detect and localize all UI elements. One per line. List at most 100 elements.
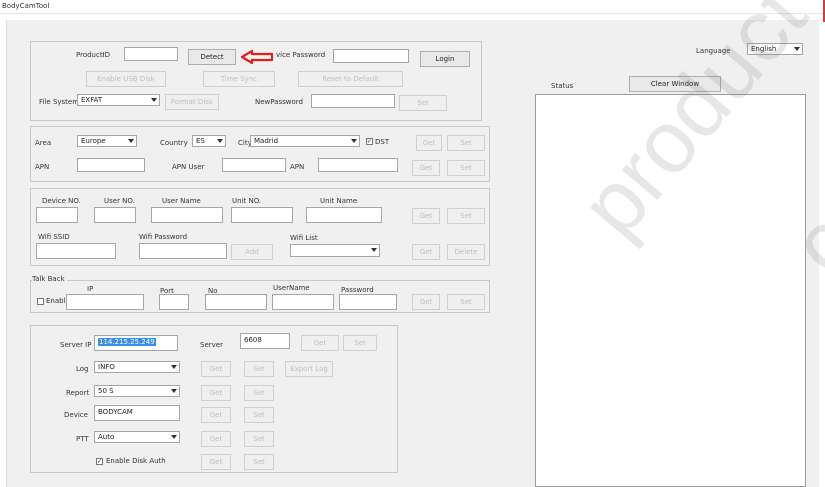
detect-button[interactable]: Detect: [188, 49, 236, 65]
country-value: ES: [196, 137, 205, 145]
server-set-button[interactable]: Set: [343, 335, 377, 351]
country-select[interactable]: ES: [192, 135, 226, 147]
talkback-username-input[interactable]: [272, 294, 334, 310]
ptt-select[interactable]: Auto: [94, 431, 180, 443]
user-name-input[interactable]: [151, 207, 223, 223]
ptt-set-button[interactable]: Set: [244, 431, 274, 447]
report-select[interactable]: 50 S: [94, 385, 180, 397]
set-password-button[interactable]: Set: [399, 95, 447, 111]
talkback-no-input[interactable]: [205, 294, 267, 310]
talkback-password-input[interactable]: [339, 294, 397, 310]
wifi-list-select[interactable]: [290, 244, 380, 257]
server-port-input[interactable]: 6608: [240, 333, 290, 349]
log-value: INFO: [98, 363, 115, 371]
device-no-input[interactable]: [36, 207, 78, 223]
login-button[interactable]: Login: [420, 51, 470, 67]
wifi-add-button[interactable]: Add: [231, 244, 273, 260]
device-get-button[interactable]: Get: [412, 208, 440, 224]
time-sync-button[interactable]: Time Sync: [203, 71, 275, 87]
report-value: 50 S: [98, 387, 114, 395]
file-system-label: File System: [39, 98, 80, 106]
file-system-value: EXFAT: [81, 96, 103, 104]
log-label: Log: [76, 365, 89, 373]
device-password-label: vice Password: [276, 51, 326, 59]
reset-default-button[interactable]: Reset to Default: [298, 71, 403, 87]
export-log-button[interactable]: Export Log: [285, 361, 333, 377]
apn-get-button[interactable]: Get: [412, 160, 440, 176]
apn-password-input[interactable]: [318, 158, 398, 172]
ptt-value: Auto: [98, 433, 115, 441]
window-title: BodyCamTool: [2, 2, 50, 10]
talkback-enable-checkbox[interactable]: [37, 298, 44, 305]
city-value: Madrid: [254, 137, 279, 145]
new-password-input[interactable]: [311, 94, 395, 108]
report-set-button[interactable]: Set: [244, 385, 274, 401]
area-label: Area: [35, 139, 52, 147]
apn-label: APN: [35, 163, 50, 171]
talkback-set-button[interactable]: Set: [447, 294, 485, 310]
unit-no-input[interactable]: [231, 207, 293, 223]
dst-label: DST: [375, 138, 390, 146]
apn-set-button[interactable]: Set: [447, 160, 485, 176]
unit-name-label: Unit Name: [320, 197, 358, 205]
title-bar: [0, 0, 825, 14]
server-ip-value: 114.215.25.249: [98, 338, 156, 346]
product-id-input[interactable]: [124, 47, 178, 61]
format-disk-button[interactable]: Format Disk: [165, 94, 219, 110]
region-get-button[interactable]: Get: [416, 135, 442, 151]
apn-user-input[interactable]: [222, 158, 286, 172]
device-type-set-button[interactable]: Set: [244, 407, 274, 423]
disk-auth-get-button[interactable]: Get: [201, 454, 231, 470]
user-no-input[interactable]: [94, 207, 136, 223]
wifi-ssid-input[interactable]: [36, 243, 116, 259]
log-select[interactable]: INFO: [94, 361, 180, 373]
wifi-password-label: Wifi Password: [139, 233, 188, 241]
area-select[interactable]: Europe: [77, 135, 137, 147]
product-id-label: ProductID: [76, 51, 111, 59]
server-ip-input[interactable]: 114.215.25.249: [94, 335, 178, 351]
country-label: Country: [160, 139, 188, 147]
server-port-label: Server: [200, 341, 223, 349]
server-get-button[interactable]: Get: [301, 335, 339, 351]
wifi-password-input[interactable]: [139, 243, 227, 259]
enable-usb-disk-button[interactable]: Enable USB Disk: [86, 71, 166, 87]
talkback-ip-input[interactable]: [66, 294, 144, 310]
device-type-get-button[interactable]: Get: [201, 407, 231, 423]
apn-input[interactable]: [77, 158, 145, 172]
device-set-button[interactable]: Set: [447, 208, 485, 224]
talkback-get-button[interactable]: Get: [412, 294, 440, 310]
ptt-get-button[interactable]: Get: [201, 431, 231, 447]
city-select[interactable]: Madrid: [250, 135, 360, 147]
log-get-button[interactable]: Get: [201, 361, 231, 377]
log-set-button[interactable]: Set: [244, 361, 274, 377]
status-label: Status: [551, 82, 574, 90]
region-set-button[interactable]: Set: [447, 135, 485, 151]
talkback-group-label: Talk Back: [32, 275, 67, 284]
unit-name-input[interactable]: [306, 207, 382, 223]
dst-checkbox[interactable]: ✓: [366, 138, 373, 145]
file-system-select[interactable]: EXFAT: [77, 94, 160, 106]
disk-auth-checkbox[interactable]: ✓: [96, 458, 103, 465]
device-password-input[interactable]: [333, 49, 409, 63]
disk-auth-set-button[interactable]: Set: [244, 454, 274, 470]
area-value: Europe: [81, 137, 106, 145]
wifi-list-label: Wifi List: [290, 234, 318, 242]
device-no-label: Device NO.: [42, 197, 81, 205]
apn-user-label: APN User: [172, 163, 205, 171]
user-no-label: User NO.: [104, 197, 135, 205]
device-type-label: Device: [64, 411, 88, 419]
red-arrow-annotation: [240, 50, 274, 64]
report-get-button[interactable]: Get: [201, 385, 231, 401]
apn-password-label: APN: [290, 163, 305, 171]
device-type-input[interactable]: BODYCAM: [94, 405, 180, 421]
user-name-label: User Name: [162, 197, 201, 205]
wifi-delete-button[interactable]: Delete: [447, 244, 485, 260]
server-ip-label: Server IP: [60, 341, 92, 349]
talkback-ip-label: IP: [87, 285, 94, 293]
report-label: Report: [66, 389, 90, 397]
unit-no-label: Unit NO.: [232, 197, 262, 205]
new-password-label: NewPassword: [255, 98, 303, 106]
talkback-port-input[interactable]: [159, 294, 189, 310]
wifi-ssid-label: Wifi SSID: [38, 233, 70, 241]
wifi-get-button[interactable]: Get: [412, 244, 440, 260]
